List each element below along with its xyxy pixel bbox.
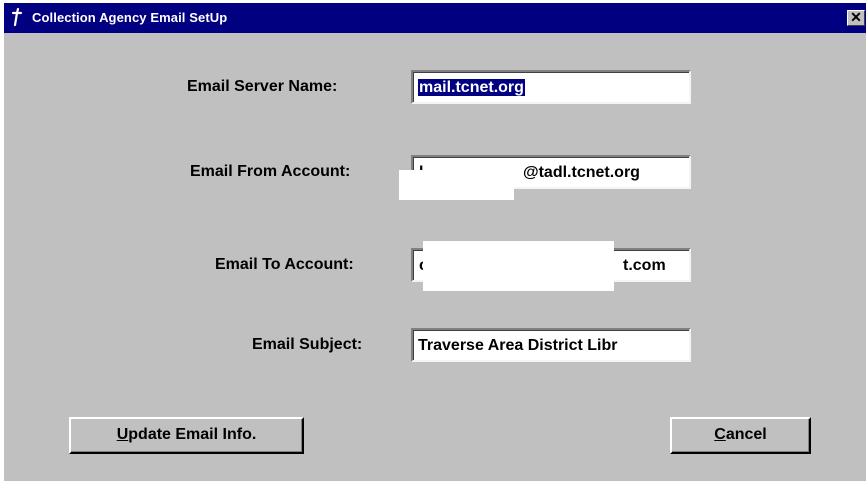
- to-account-label: Email To Account:: [215, 256, 354, 273]
- redaction-box: [423, 241, 614, 291]
- subject-input[interactable]: Traverse Area District Libr: [411, 328, 691, 362]
- close-icon: ✕: [850, 9, 862, 25]
- close-button[interactable]: ✕: [847, 10, 865, 26]
- update-email-button[interactable]: Update Email Info.: [69, 417, 304, 454]
- cancel-mnemonic: C: [714, 426, 726, 443]
- to-account-value: t.com: [623, 257, 666, 274]
- server-name-input[interactable]: mail.tcnet.org: [411, 70, 691, 104]
- redaction-box: [399, 170, 514, 200]
- subject-label: Email Subject:: [252, 336, 363, 353]
- cancel-button[interactable]: Cancel: [670, 417, 811, 454]
- server-name-label: Email Server Name:: [187, 78, 338, 95]
- from-account-label: Email From Account:: [190, 163, 351, 180]
- title-bar[interactable]: Collection Agency Email SetUp ✕: [4, 3, 866, 33]
- from-account-value: @tadl.tcnet.org: [523, 164, 640, 181]
- dagger-icon: [11, 7, 23, 27]
- window-title: Collection Agency Email SetUp: [32, 10, 228, 25]
- subject-value: Traverse Area District Libr: [418, 337, 618, 354]
- server-name-value: mail.tcnet.org: [418, 79, 525, 96]
- update-label: pdate Email Info.: [128, 426, 257, 443]
- cancel-label: ancel: [725, 426, 767, 443]
- dialog-window: Collection Agency Email SetUp ✕ Email Se…: [4, 3, 866, 481]
- update-mnemonic: U: [116, 426, 129, 443]
